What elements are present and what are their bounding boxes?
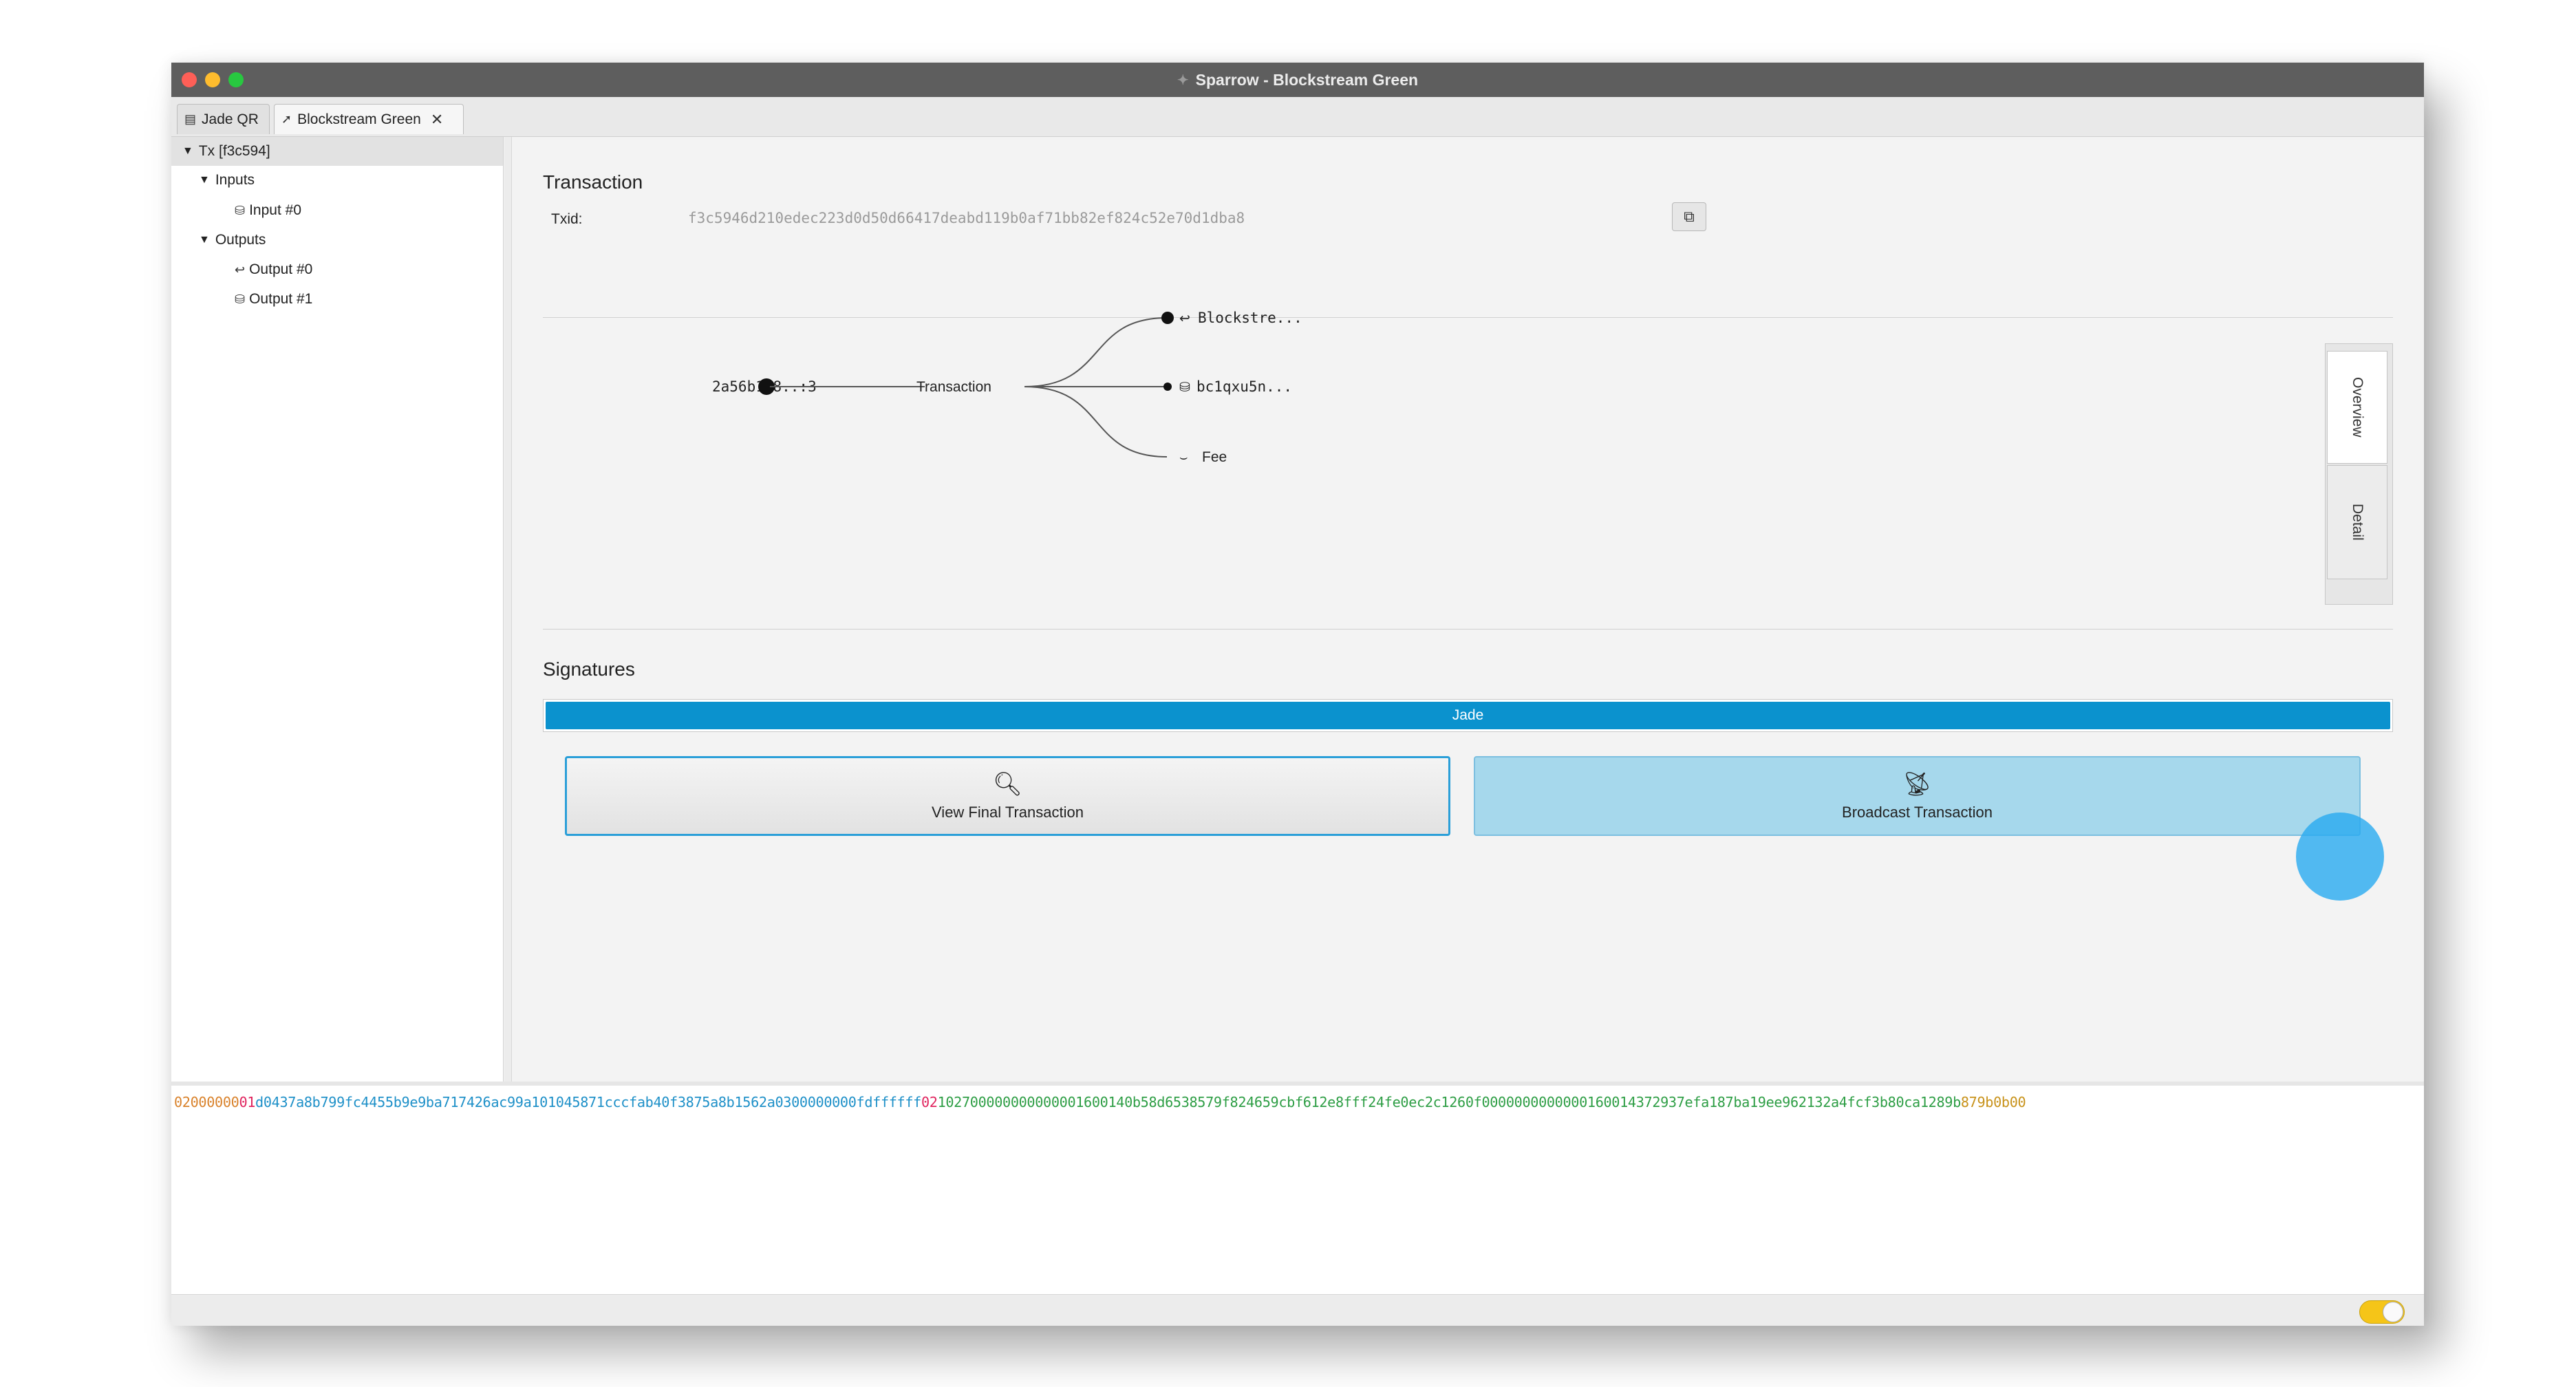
copy-txid-button[interactable]: ⧉ xyxy=(1672,202,1706,231)
output-label: bc1qxu5n... xyxy=(1196,378,1292,395)
send-icon: ➚ xyxy=(281,112,292,126)
connection-toggle[interactable] xyxy=(2359,1300,2405,1324)
tab-jade-qr[interactable]: ▤ Jade QR xyxy=(177,104,270,134)
broadcast-transaction-button[interactable]: 📡︎ Broadcast Transaction xyxy=(1474,756,2361,836)
tab-blockstream-green[interactable]: ➚ Blockstream Green ✕ xyxy=(274,104,464,134)
tree-item-outputs[interactable]: ▼ Outputs xyxy=(171,226,503,255)
output-node[interactable] xyxy=(1163,383,1172,391)
view-side-tabs: Overview Detail xyxy=(2325,343,2393,605)
hex-output-count: 02 xyxy=(921,1094,938,1110)
tab-overview-label: Overview xyxy=(2350,377,2365,438)
output-label: Blockstre... xyxy=(1198,310,1302,326)
coins-icon: ⛁ xyxy=(235,292,246,306)
signature-progress-fill: Jade xyxy=(546,702,2390,729)
splitter[interactable] xyxy=(504,137,512,1082)
tree-item-label: Tx [f3c594] xyxy=(198,143,270,159)
hex-inputs: d0437a8b799fc4455b9e9ba717426ac99a101045… xyxy=(255,1094,921,1110)
window-title: Sparrow - Blockstream Green xyxy=(1195,70,1419,89)
fee-label: Fee xyxy=(1202,449,1227,465)
signatures-heading: Signatures xyxy=(543,658,635,680)
wallet-icon: ▤ xyxy=(184,112,197,126)
chevron-down-icon[interactable]: ▼ xyxy=(199,234,210,246)
transaction-diagram: 2a56b1a8..:3 Transaction ↩ Blockstre... … xyxy=(543,254,1506,488)
tree-item-label: Output #1 xyxy=(249,291,313,307)
signer-label: Jade xyxy=(1452,707,1484,723)
transaction-heading: Transaction xyxy=(543,171,643,193)
tree-item-output-0[interactable]: ↩ Output #0 xyxy=(171,255,503,284)
view-final-transaction-button[interactable]: 🔍︎ View Final Transaction xyxy=(565,756,1450,836)
copy-icon: ⧉ xyxy=(1684,208,1695,225)
transaction-node-label: Transaction xyxy=(916,379,991,395)
tab-overview[interactable]: Overview xyxy=(2327,351,2387,464)
tree-item-label: Input #0 xyxy=(249,202,301,218)
close-icon[interactable]: ✕ xyxy=(431,111,443,129)
sparrow-icon: ✦ xyxy=(1177,72,1189,88)
divider xyxy=(543,629,2393,630)
status-bar xyxy=(171,1294,2424,1326)
tree-item-inputs[interactable]: ▼ Inputs xyxy=(171,166,503,195)
transaction-tree: ▼ Tx [f3c594] ▼ Inputs ⛁ Input #0 ▼ Outp… xyxy=(171,137,504,1082)
satellite-dish-icon: 📡︎ xyxy=(1902,771,1933,797)
output-edge xyxy=(1024,386,1168,458)
hex-locktime: 879b0b00 xyxy=(1960,1094,2026,1110)
tree-item-tx[interactable]: ▼ Tx [f3c594] xyxy=(171,137,503,166)
app-window: ✦ Sparrow - Blockstream Green ▤ Jade QR … xyxy=(171,63,2424,1326)
tree-item-output-1[interactable]: ⛁ Output #1 xyxy=(171,285,503,314)
output-node[interactable] xyxy=(1161,312,1174,324)
tree-item-label: Output #0 xyxy=(249,261,313,277)
tree-item-label: Inputs xyxy=(215,172,255,188)
transaction-hex[interactable]: 0200000001d0437a8b799fc4455b9e9ba717426a… xyxy=(174,1094,2026,1110)
output-edge xyxy=(1024,317,1168,387)
tab-detail-label: Detail xyxy=(2350,504,2365,541)
hex-outputs: 102700000000000001600140b58d6538579f8246… xyxy=(937,1094,1962,1110)
txid-value[interactable]: f3c5946d210edec223d0d50d66417deabd119b0a… xyxy=(688,210,1245,226)
chevron-down-icon[interactable]: ▼ xyxy=(182,145,193,158)
signature-progress-bar: Jade xyxy=(543,699,2393,732)
title-bar: ✦ Sparrow - Blockstream Green xyxy=(171,63,2424,97)
tab-bar: ▤ Jade QR ➚ Blockstream Green ✕ xyxy=(171,97,2424,137)
reply-all-icon: ↩ xyxy=(235,262,246,277)
coins-icon: ⛁ xyxy=(235,203,246,217)
chevron-down-icon[interactable]: ▼ xyxy=(199,174,210,186)
fee-icon: ⌣ xyxy=(1179,451,1188,465)
reply-all-icon: ↩ xyxy=(1179,312,1190,326)
view-button-label: View Final Transaction xyxy=(932,804,1084,821)
transaction-hex-panel: 0200000001d0437a8b799fc4455b9e9ba717426a… xyxy=(171,1082,2424,1299)
transaction-panel: Transaction Txid: f3c5946d210edec223d0d5… xyxy=(512,137,2424,1082)
tree-item-label: Outputs xyxy=(215,232,266,248)
hex-version: 02000000 xyxy=(174,1094,239,1110)
coins-icon: ⛁ xyxy=(1179,380,1190,395)
tab-label: Blockstream Green xyxy=(297,111,421,127)
hex-input-count: 01 xyxy=(239,1094,256,1110)
tab-label: Jade QR xyxy=(202,111,259,127)
tab-detail[interactable]: Detail xyxy=(2327,465,2387,579)
search-icon: 🔍︎ xyxy=(992,771,1023,797)
tree-item-input-0[interactable]: ⛁ Input #0 xyxy=(171,196,503,225)
toggle-knob xyxy=(2383,1302,2403,1322)
txid-label: Txid: xyxy=(551,211,583,227)
click-indicator xyxy=(2296,813,2384,901)
broadcast-button-label: Broadcast Transaction xyxy=(1842,804,1993,821)
